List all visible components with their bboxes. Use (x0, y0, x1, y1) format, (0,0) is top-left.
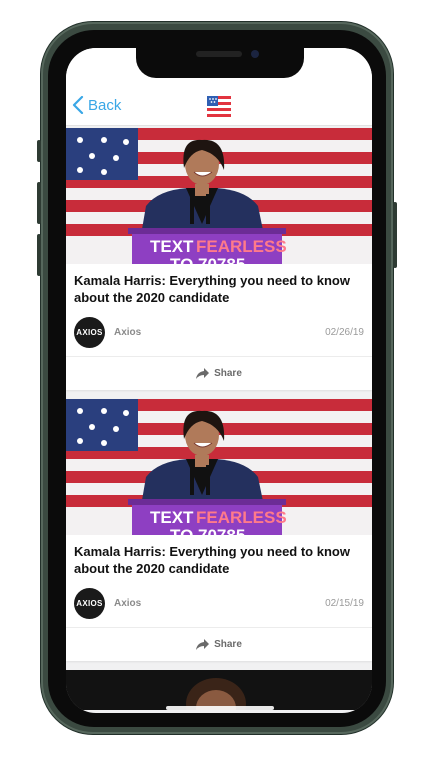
share-button[interactable]: Share (66, 356, 372, 390)
article-image-peek[interactable] (66, 670, 372, 710)
sign-text-1a: TEXT (150, 508, 194, 527)
article-card[interactable]: TEXT FEARLESS TO 70785 Kamala Harris: Ev… (66, 128, 372, 390)
power-button (393, 202, 397, 268)
source-logo: AXIOS (74, 587, 105, 619)
chevron-left-icon (72, 96, 84, 114)
front-camera (251, 50, 259, 58)
volume-down-button (37, 234, 41, 276)
sign-text-1b: FEARLESS (196, 508, 287, 527)
us-flag-icon (207, 96, 231, 118)
sign-text-2: TO 70785 (170, 526, 245, 535)
source-logo: AXIOS (74, 316, 105, 348)
article-meta: AXIOS Axios 02/15/19 (66, 579, 372, 627)
source-name: Axios (114, 326, 142, 338)
article-image[interactable]: TEXT FEARLESS TO 70785 (66, 128, 372, 264)
article-image[interactable]: TEXT FEARLESS TO 70785 (66, 399, 372, 535)
article-meta: AXIOS Axios 02/26/19 (66, 308, 372, 356)
source-name: Axios (114, 597, 142, 609)
back-label: Back (88, 96, 122, 114)
article-date: 02/26/19 (325, 326, 364, 338)
volume-up-button (37, 182, 41, 224)
sign-text-1b: FEARLESS (196, 237, 287, 256)
speaker-grille (196, 51, 242, 57)
share-arrow-icon (196, 368, 210, 379)
silent-switch (37, 140, 41, 162)
sign-text-1a: TEXT (150, 237, 194, 256)
home-indicator[interactable] (166, 706, 274, 710)
app-screen: Back TEXT FEARLESS Kamala Harris: Everyt… (66, 48, 372, 713)
article-feed[interactable]: TEXT FEARLESS TO 70785 Kamala Harris: Ev… (66, 128, 372, 710)
back-button[interactable]: Back (72, 96, 121, 114)
share-button[interactable]: Share (66, 627, 372, 661)
share-arrow-icon (196, 639, 210, 650)
article-title[interactable]: Kamala Harris: Everything you need to kn… (66, 535, 372, 579)
article-card[interactable]: TEXT FEARLESS TO 70785 Kamala Harris: Ev… (66, 399, 372, 661)
share-label: Share (214, 368, 242, 379)
share-label: Share (214, 639, 242, 650)
article-image (66, 670, 372, 710)
sign-text-2: TO 70785 (170, 255, 245, 264)
article-date: 02/15/19 (325, 597, 364, 609)
article-title[interactable]: Kamala Harris: Everything you need to kn… (66, 264, 372, 308)
